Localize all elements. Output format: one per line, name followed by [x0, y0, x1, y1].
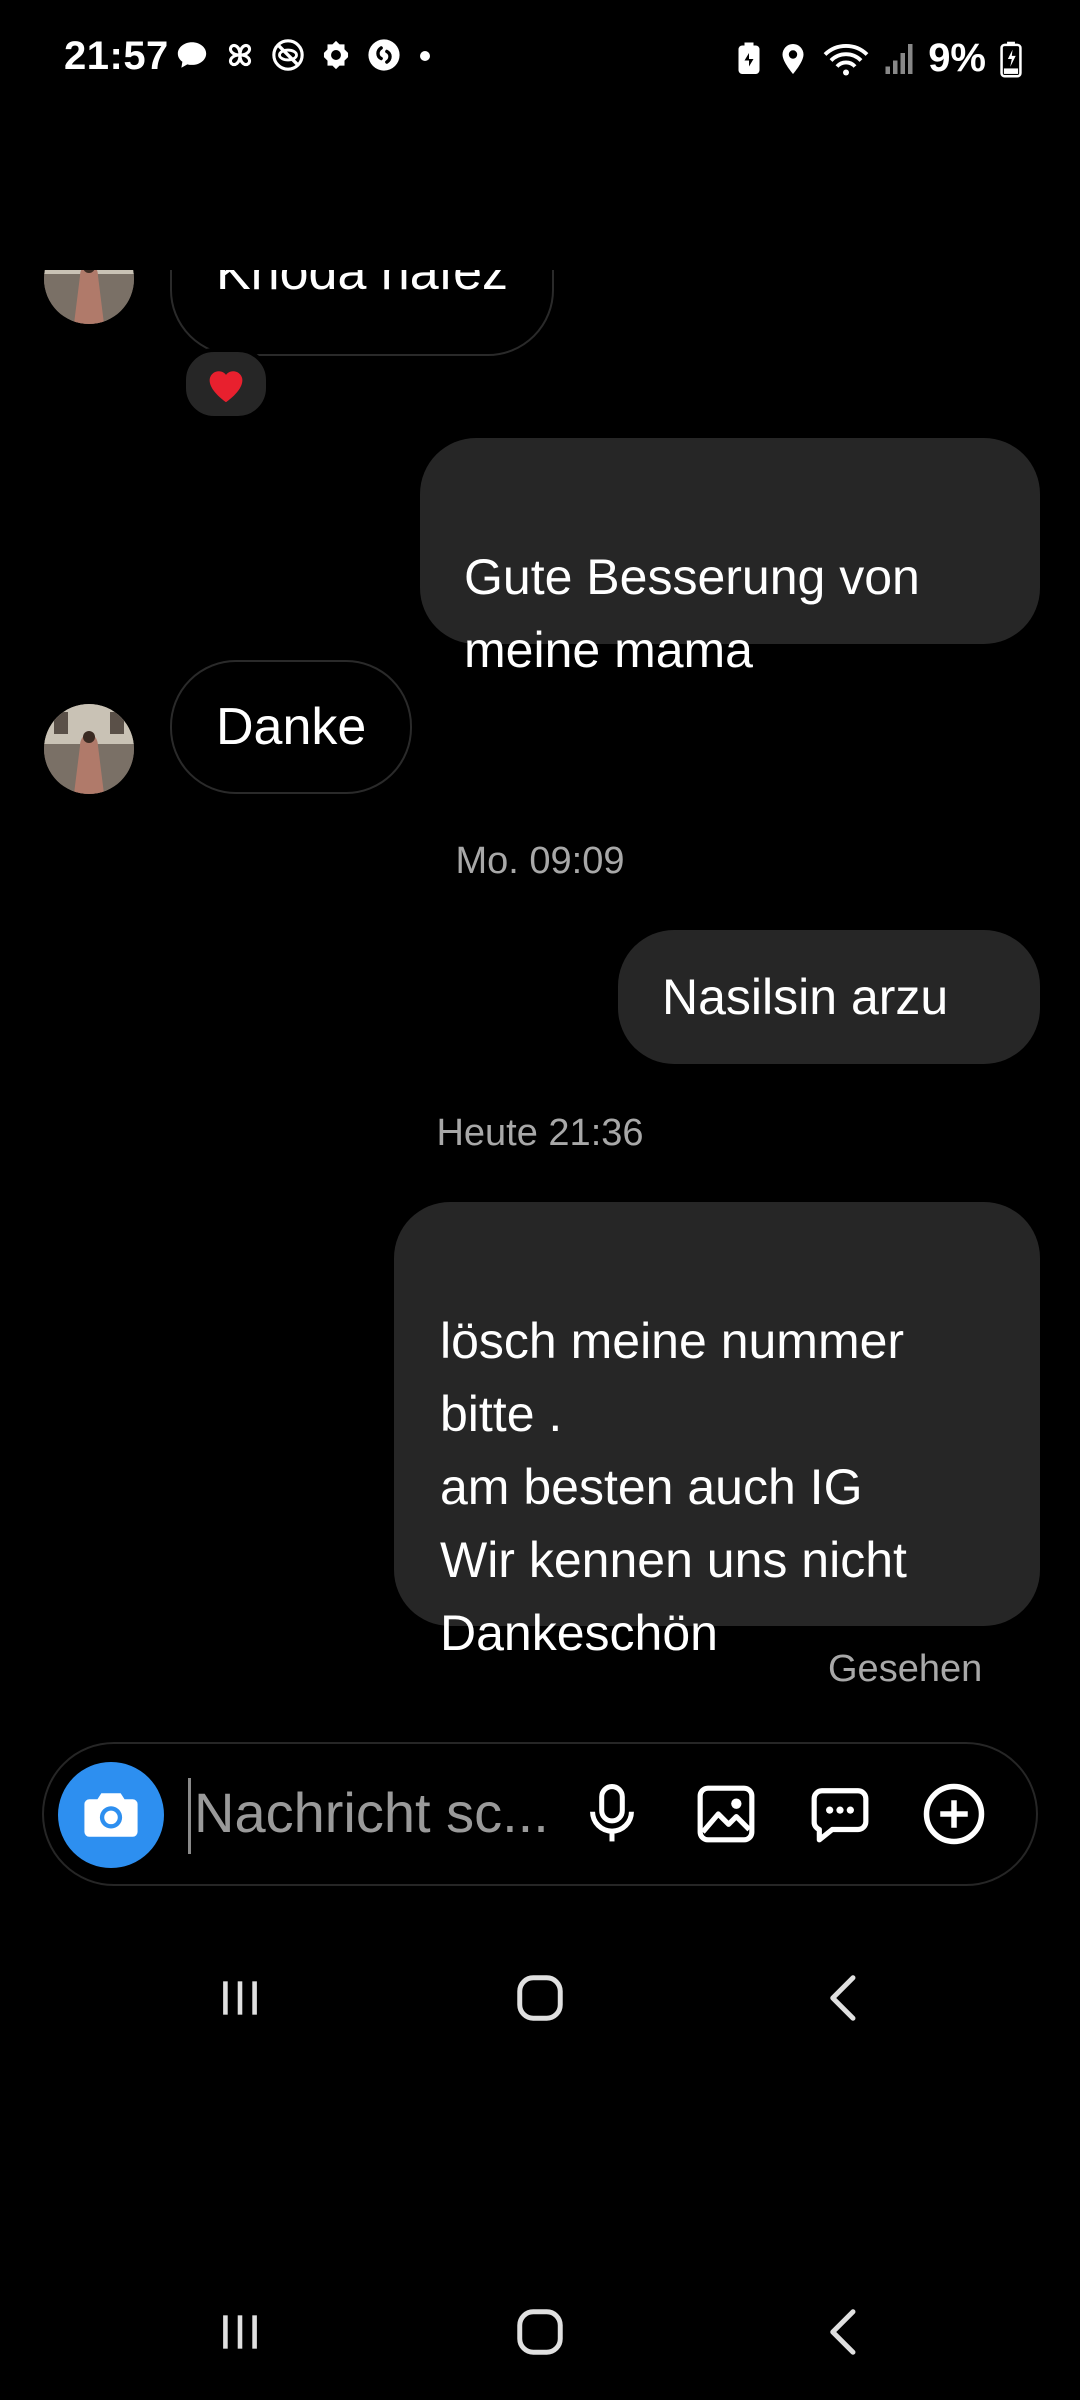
status-bar: 21:57 9% — [0, 0, 1080, 120]
battery-percent: 9% — [928, 36, 986, 80]
message-text: lösch meine nummer bitte . am besten auc… — [440, 1313, 907, 1661]
signal-icon — [885, 43, 913, 74]
no-eye-icon — [272, 39, 304, 71]
battery-charging-icon — [1000, 41, 1022, 78]
settings-cog-icon — [323, 40, 349, 70]
heart-icon — [209, 371, 243, 403]
incoming-message[interactable]: Khoda hafez — [170, 270, 555, 356]
home-icon — [517, 1975, 563, 2021]
recent-apps-button[interactable] — [160, 2272, 320, 2392]
home-button[interactable] — [460, 1938, 620, 2058]
location-icon — [782, 43, 804, 74]
navigation-bar — [0, 2272, 1080, 2392]
back-icon — [830, 1975, 856, 2021]
avatar-photo-icon — [44, 270, 134, 324]
incoming-message[interactable]: Danke — [170, 660, 413, 794]
home-icon — [517, 2309, 563, 2355]
outgoing-message[interactable]: Nasilsin arzu — [618, 930, 1040, 1064]
avatar-photo-icon — [44, 704, 134, 794]
microphone-button[interactable] — [572, 1774, 652, 1854]
gallery-button[interactable] — [686, 1774, 766, 1854]
plus-circle-icon — [923, 1783, 985, 1845]
contact-avatar[interactable] — [44, 270, 134, 324]
sticker-button[interactable] — [800, 1774, 880, 1854]
message-text: Nasilsin arzu — [662, 968, 949, 1025]
message-text: Khoda hafez — [216, 270, 509, 301]
microphone-icon — [590, 1784, 634, 1842]
chat-bubble-icon — [177, 42, 207, 68]
text-cursor — [188, 1778, 191, 1854]
sticker-chat-icon — [811, 1788, 869, 1843]
message-text: Danke — [216, 697, 367, 756]
back-button[interactable] — [764, 1938, 924, 2058]
message-timestamp: Heute 21:36 — [436, 1112, 644, 1154]
home-button[interactable] — [460, 2272, 620, 2392]
notification-icons — [175, 38, 435, 72]
status-time: 21:57 — [64, 34, 169, 78]
camera-icon — [84, 1793, 138, 1837]
recent-apps-icon — [223, 1981, 257, 2015]
recent-apps-icon — [223, 2315, 257, 2349]
navigation-bar — [0, 1938, 1080, 2058]
more-options-button[interactable] — [914, 1774, 994, 1854]
outgoing-message[interactable]: Gute Besserung von meine mama — [420, 438, 1040, 678]
message-timestamp: Mo. 09:09 — [455, 840, 625, 882]
system-icons: 9% — [734, 36, 1022, 81]
heart-reaction[interactable] — [182, 348, 270, 420]
outgoing-message[interactable]: lösch meine nummer bitte . am besten auc… — [394, 1202, 1040, 1661]
seen-status: Gesehen — [828, 1648, 983, 1690]
conversation-thread[interactable]: Khoda hafez Gute Besserung von meine mam… — [0, 270, 1080, 1710]
message-input[interactable]: Nachricht sc... — [194, 1780, 549, 1845]
back-icon — [830, 2309, 856, 2355]
wifi-icon — [823, 43, 869, 75]
back-button[interactable] — [764, 2272, 924, 2392]
recent-apps-button[interactable] — [160, 1938, 320, 2058]
message-composer: Nachricht sc... — [42, 1742, 1038, 1886]
dot-icon — [420, 51, 430, 61]
camera-button[interactable] — [58, 1762, 164, 1868]
gallery-icon — [697, 1785, 755, 1843]
pinwheel-icon — [228, 43, 252, 67]
message-text: Gute Besserung von meine mama — [464, 549, 920, 678]
contact-avatar[interactable] — [44, 704, 134, 794]
battery-saver-icon — [738, 42, 760, 74]
shazam-icon — [368, 39, 400, 71]
